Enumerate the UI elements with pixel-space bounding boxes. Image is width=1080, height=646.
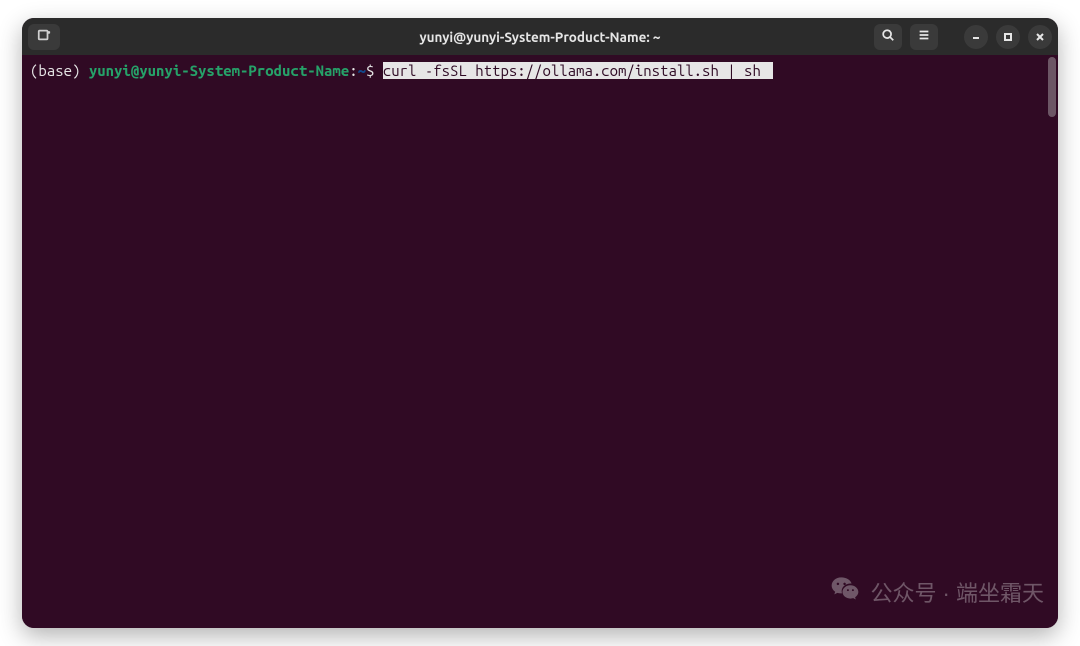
prompt-dollar: $ [366, 62, 383, 79]
window-title: yunyi@yunyi-System-Product-Name: ~ [419, 29, 660, 45]
new-tab-icon [37, 28, 51, 46]
conda-env: (base) [30, 62, 89, 79]
titlebar: yunyi@yunyi-System-Product-Name: ~ [22, 18, 1058, 55]
maximize-button[interactable] [996, 25, 1020, 49]
minimize-icon [971, 28, 981, 46]
search-button[interactable] [874, 24, 902, 50]
search-icon [881, 28, 895, 46]
terminal-window: yunyi@yunyi-System-Product-Name: ~ [22, 18, 1058, 628]
scrollbar-thumb[interactable] [1048, 57, 1056, 117]
maximize-icon [1003, 28, 1013, 46]
cwd: ~ [358, 62, 366, 79]
user-host: yunyi@yunyi-System-Product-Name [89, 62, 349, 79]
hamburger-icon [917, 28, 931, 46]
terminal-body[interactable]: (base) yunyi@yunyi-System-Product-Name:~… [22, 55, 1058, 628]
menu-button[interactable] [910, 24, 938, 50]
minimize-button[interactable] [964, 25, 988, 49]
path-colon: : [349, 62, 357, 79]
terminal-prompt-line: (base) yunyi@yunyi-System-Product-Name:~… [30, 61, 1050, 81]
command-input[interactable]: curl -fsSL https://ollama.com/install.sh… [383, 62, 773, 79]
close-icon [1035, 28, 1045, 46]
close-button[interactable] [1028, 25, 1052, 49]
new-tab-button[interactable] [28, 24, 60, 50]
